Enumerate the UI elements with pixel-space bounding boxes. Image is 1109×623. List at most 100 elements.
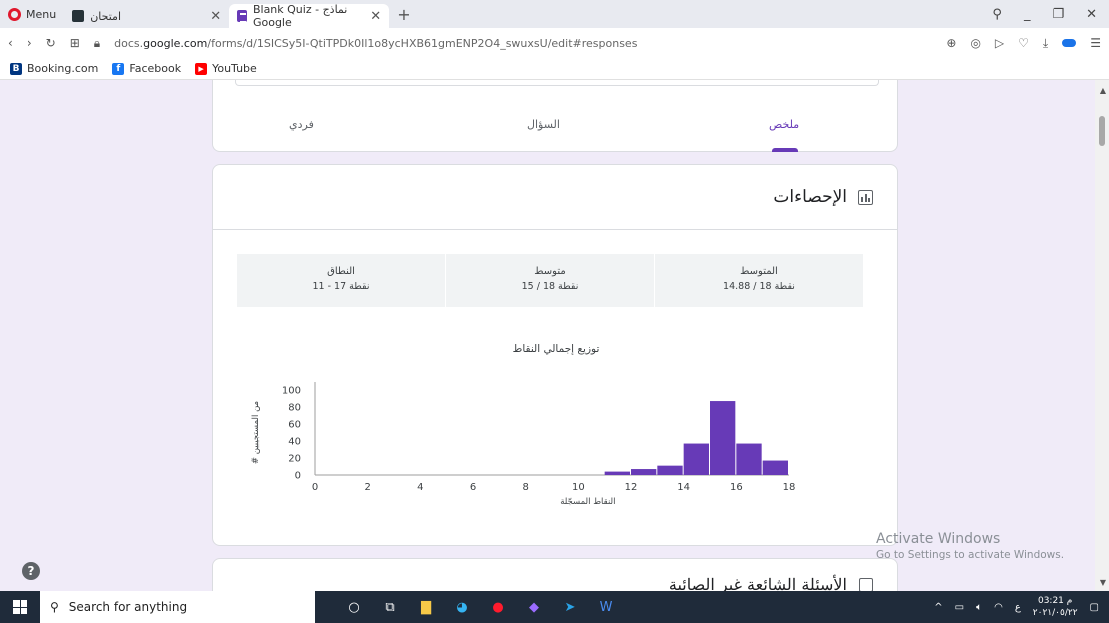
- close-tab-icon[interactable]: ✕: [210, 9, 221, 24]
- minimize-icon[interactable]: _: [1024, 7, 1031, 22]
- top-field-edge: [235, 80, 879, 86]
- tab-individual[interactable]: فردي: [289, 118, 314, 131]
- tab-exam[interactable]: امتحان ✕: [64, 4, 229, 28]
- stat-label: المتوسط: [740, 266, 778, 277]
- reload-icon[interactable]: ↻: [46, 36, 56, 50]
- url-prefix: docs.: [114, 36, 144, 50]
- stat-median: متوسط 15 / 18 نقطة: [446, 254, 654, 307]
- edge-icon[interactable]: ◕: [453, 598, 471, 616]
- stat-mean: المتوسط 14.88 / 18 نقطة: [655, 254, 863, 307]
- bookmark-youtube[interactable]: ▶ YouTube: [195, 62, 257, 75]
- heart-icon[interactable]: ♡: [1018, 36, 1029, 51]
- tab-question[interactable]: السؤال: [527, 118, 560, 131]
- statistics-header: الإحصاءات: [213, 165, 897, 230]
- back-icon[interactable]: ‹: [8, 36, 13, 50]
- tray-chevron-icon[interactable]: ^: [934, 602, 942, 613]
- clock-date: ٢٠٢١/٠٥/٢٢: [1032, 608, 1078, 618]
- download-icon[interactable]: ⤓: [1043, 36, 1048, 51]
- new-tab-button[interactable]: +: [389, 5, 418, 24]
- tab-title: امتحان: [90, 9, 122, 23]
- activate-windows-watermark: Activate Windows Go to Settings to activ…: [876, 531, 1064, 561]
- file-explorer-icon[interactable]: ▇: [417, 598, 435, 616]
- stat-range: النطاق 11 - 17 نقطة: [237, 254, 445, 307]
- page-scrollbar[interactable]: ▲ ▼: [1095, 80, 1109, 591]
- url-domain: google.com: [143, 36, 208, 50]
- info-card-icon: [859, 578, 873, 591]
- network-icon[interactable]: ◠: [994, 602, 1003, 613]
- url-field[interactable]: docs.google.com/forms/d/1SICSy5I-QtiTPDk…: [114, 37, 637, 50]
- histogram-bar: [710, 401, 736, 475]
- tab-summary[interactable]: ملخص: [769, 118, 799, 131]
- taskbar-search[interactable]: ⚲ Search for anything: [40, 591, 315, 623]
- page-viewport: فردي السؤال ملخص الإحصاءات المتوسط 14.88…: [0, 80, 1109, 591]
- help-icon[interactable]: ?: [22, 562, 40, 580]
- statistics-card: الإحصاءات المتوسط 14.88 / 18 نقطة متوسط …: [212, 164, 898, 546]
- send-icon[interactable]: ▷: [995, 36, 1004, 51]
- booking-icon: B: [10, 62, 22, 75]
- search-tabs-icon[interactable]: ⚲: [992, 7, 1002, 22]
- camera-icon[interactable]: ◎: [970, 36, 980, 51]
- y-tick-label: 80: [288, 403, 301, 414]
- battery-icon[interactable]: ▭: [955, 602, 964, 613]
- x-tick-label: 18: [783, 482, 796, 493]
- contact-card-icon: [72, 10, 85, 22]
- snap-icon[interactable]: ❐: [1052, 7, 1064, 22]
- watermark-line1: Activate Windows: [876, 531, 1001, 547]
- scroll-up-icon[interactable]: ▲: [1100, 86, 1106, 95]
- scroll-thumb[interactable]: [1099, 116, 1105, 146]
- scroll-down-icon[interactable]: ▼: [1100, 578, 1106, 587]
- histogram-bar: [683, 443, 709, 475]
- start-button[interactable]: [0, 591, 40, 623]
- search-placeholder: Search for anything: [68, 600, 188, 614]
- clock[interactable]: 03:21 م ٢٠٢١/٠٥/٢٢: [1033, 595, 1078, 619]
- forward-icon[interactable]: ›: [27, 36, 32, 50]
- url-path: /forms/d/1SICSy5I-QtiTPDk0Il1o8ycHXB61gm…: [207, 36, 638, 50]
- search-icon: ⚲: [50, 600, 59, 614]
- notifications-icon[interactable]: ▢: [1090, 602, 1099, 613]
- stat-label: متوسط: [534, 266, 566, 277]
- opera-icon[interactable]: ●: [489, 598, 507, 616]
- zoom-icon[interactable]: ⊕: [946, 36, 956, 51]
- opera-menu-button[interactable]: Menu: [0, 0, 64, 28]
- x-tick-label: 14: [677, 482, 690, 493]
- windows-logo-icon: [13, 600, 27, 614]
- chart-title: توزيع إجمالي النقاط: [513, 343, 600, 355]
- lock-icon: 🔒︎: [93, 35, 101, 50]
- task-view-icon[interactable]: ⧉: [381, 598, 399, 616]
- active-tab-indicator: [772, 148, 798, 152]
- cortana-icon[interactable]: ○: [345, 598, 363, 616]
- bookmarks-bar: B Booking.com f Facebook ▶ YouTube: [0, 58, 1109, 80]
- language-indicator[interactable]: ع: [1015, 602, 1021, 613]
- histogram-bar: [736, 443, 762, 475]
- stat-value: 14.88 / 18 نقطة: [723, 281, 795, 292]
- system-tray: ^ ▭ 🔈︎ ◠ ع 03:21 م ٢٠٢١/٠٥/٢٢ ▢: [934, 595, 1109, 619]
- opera-logo-icon: [8, 7, 21, 21]
- close-tab-icon[interactable]: ✕: [370, 9, 381, 24]
- drop-app-icon[interactable]: ◆: [525, 598, 543, 616]
- speed-dial-icon[interactable]: ⊞: [70, 36, 80, 50]
- x-tick-label: 10: [572, 482, 585, 493]
- close-window-icon[interactable]: ✕: [1086, 7, 1097, 22]
- volume-icon[interactable]: 🔈︎: [976, 602, 982, 613]
- x-axis-label: النقاط المسجّلة: [560, 497, 615, 507]
- stat-value: 11 - 17 نقطة: [312, 281, 370, 292]
- telegram-icon[interactable]: ➤: [561, 598, 579, 616]
- x-tick-label: 4: [417, 482, 423, 493]
- tab-blank-quiz[interactable]: Blank Quiz - نماذج Google ✕: [229, 3, 390, 29]
- bookmark-label: Facebook: [129, 62, 182, 75]
- easy-setup-icon[interactable]: ☰: [1090, 36, 1101, 51]
- x-tick-label: 6: [470, 482, 476, 493]
- bookmark-facebook[interactable]: f Facebook: [112, 62, 181, 75]
- address-bar: ‹ › ↻ ⊞ 🔒︎ docs.google.com/forms/d/1SICS…: [0, 28, 1109, 58]
- bookmark-booking[interactable]: B Booking.com: [10, 62, 98, 75]
- word-icon[interactable]: W: [597, 598, 615, 616]
- google-forms-icon: [237, 10, 247, 23]
- points-distribution-chart: توزيع إجمالي النقاط 0 20 40 60 80 100 0 2 4 6 8 10 12…: [213, 320, 899, 540]
- y-tick-label: 20: [288, 454, 301, 465]
- bookmark-label: YouTube: [212, 62, 257, 75]
- histogram-bar: [657, 465, 683, 475]
- y-tick-label: 40: [288, 437, 301, 448]
- x-tick-label: 0: [312, 482, 318, 493]
- vpn-toggle-icon[interactable]: [1062, 38, 1077, 47]
- stat-value: 15 / 18 نقطة: [521, 281, 579, 292]
